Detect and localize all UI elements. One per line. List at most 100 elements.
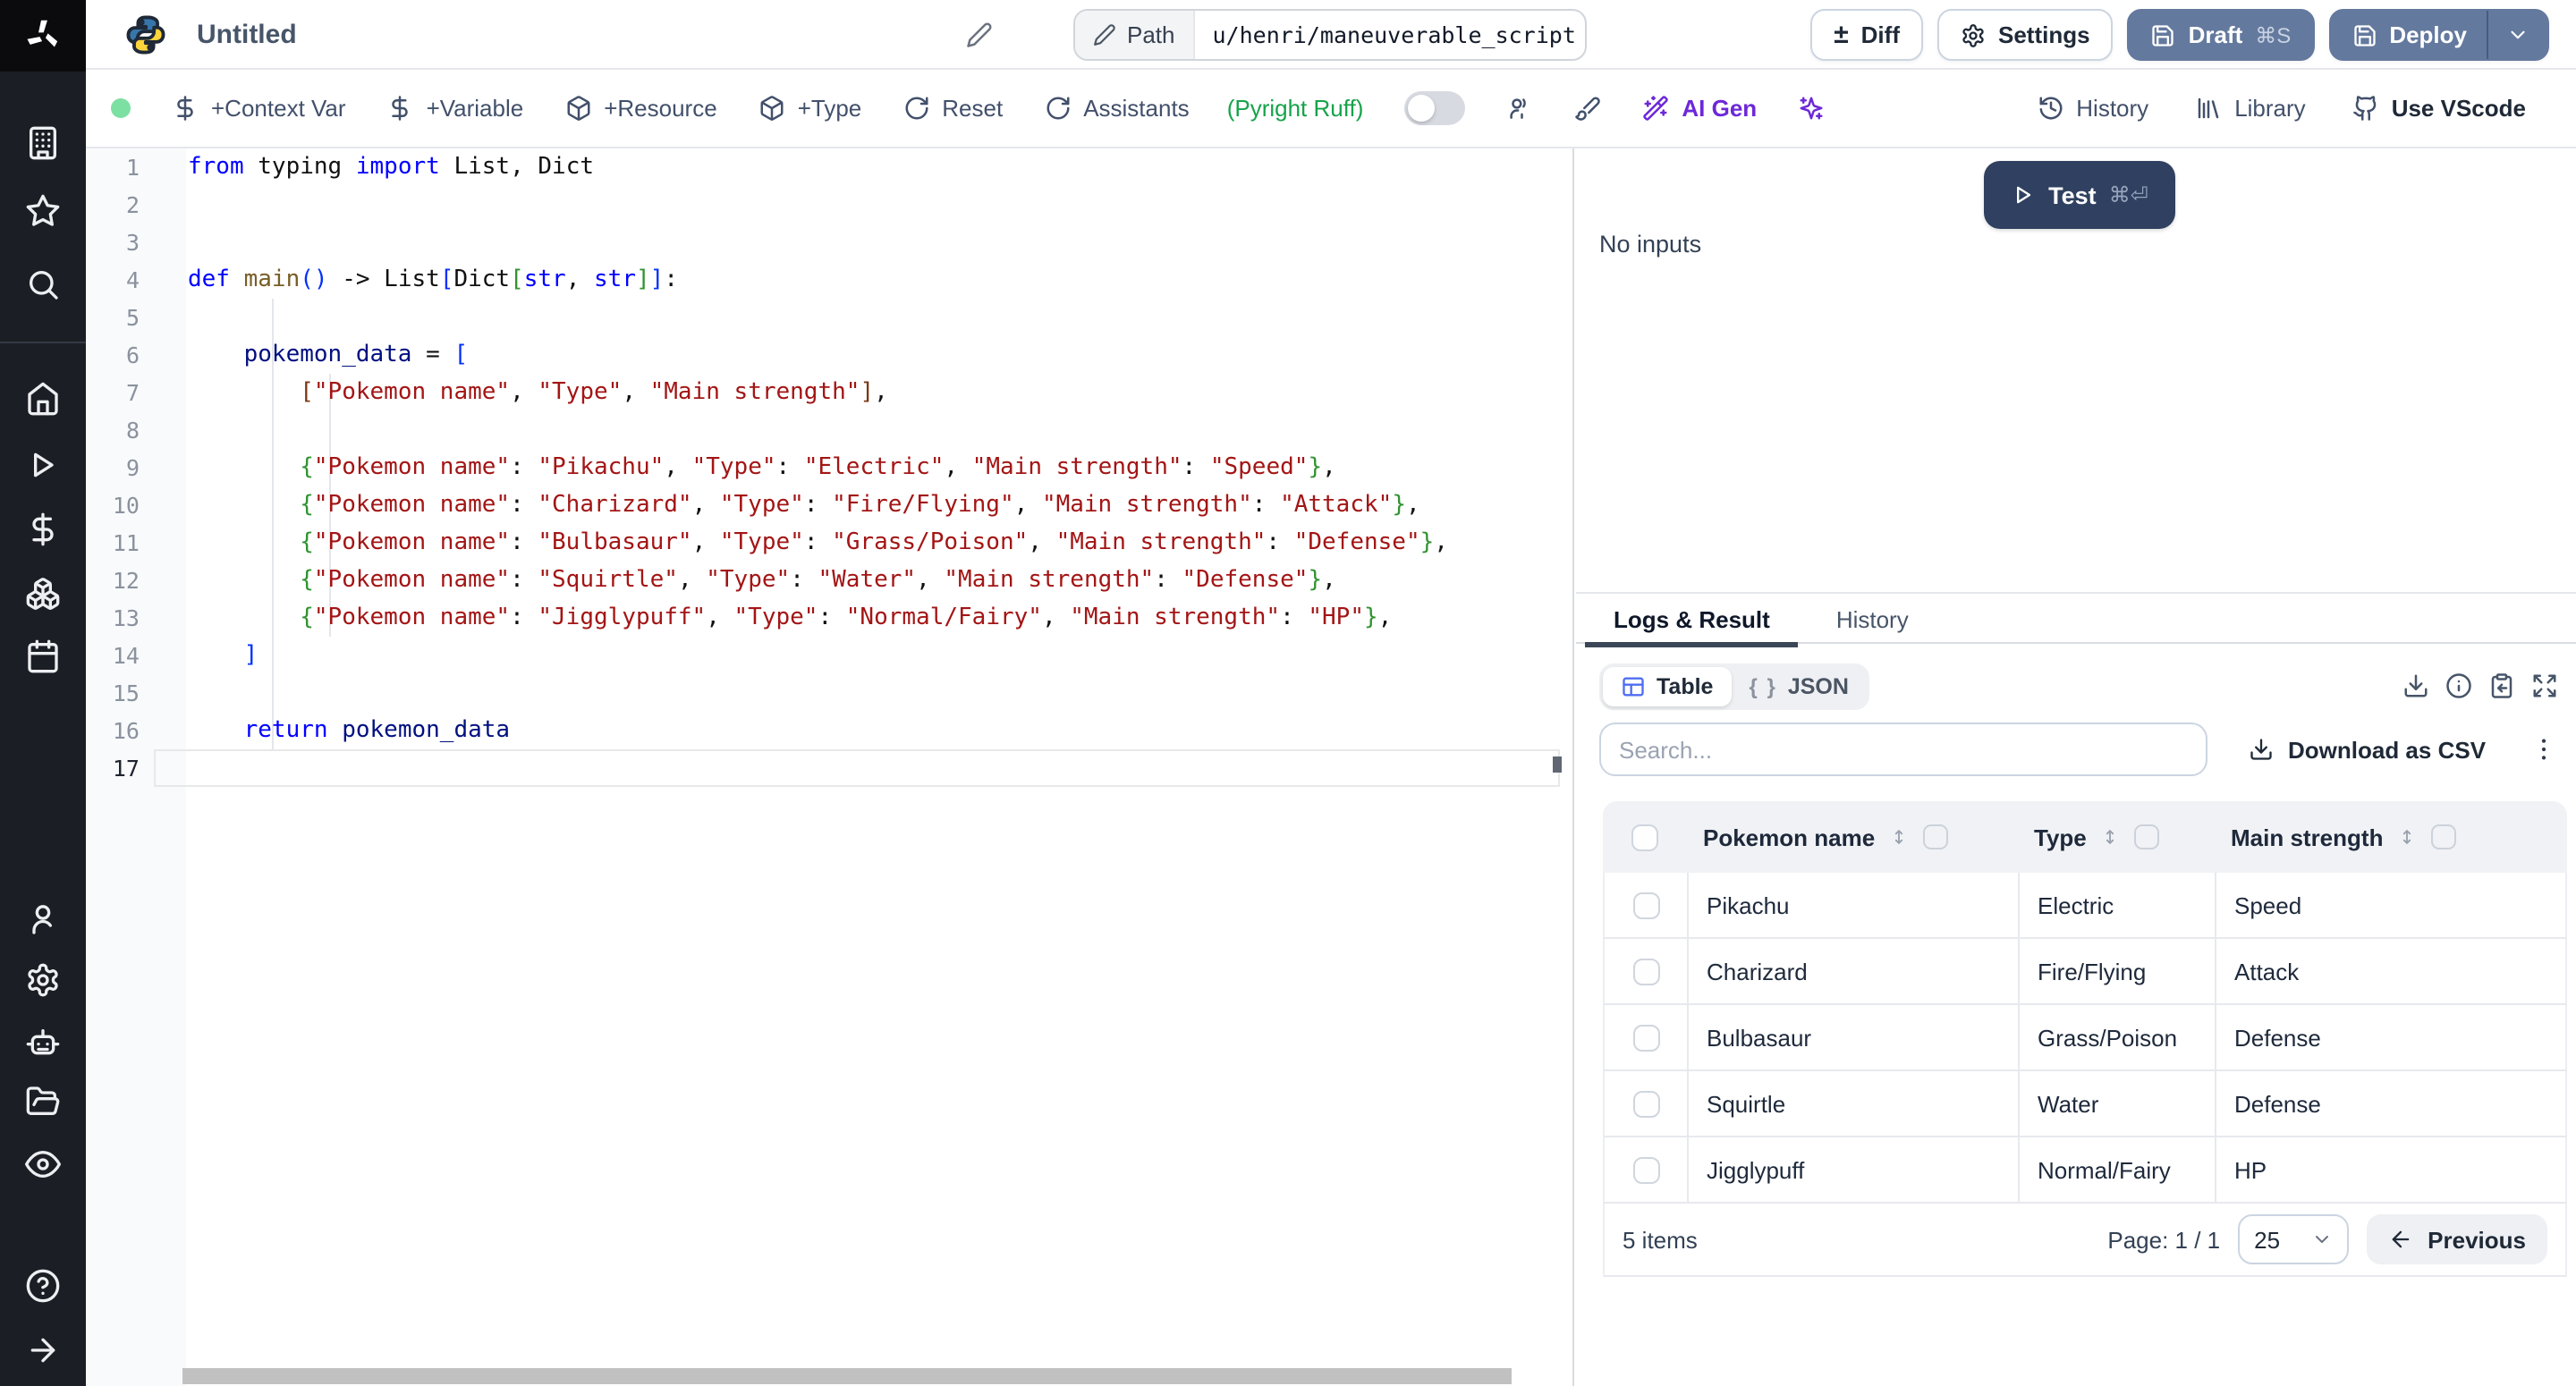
table-row[interactable]: JigglypuffNormal/FairyHP — [1603, 1137, 2567, 1204]
sidebar-home-icon[interactable] — [25, 381, 61, 417]
windmill-logo[interactable] — [0, 0, 86, 72]
code-line[interactable]: 1from typing import List, Dict — [86, 148, 1572, 186]
code-line[interactable]: 10 {"Pokemon name": "Charizard", "Type":… — [86, 486, 1572, 524]
code-line[interactable]: 3 — [86, 224, 1572, 261]
multiplayer-toggle[interactable] — [1404, 91, 1465, 125]
clipboard-copy-icon[interactable] — [2488, 672, 2515, 699]
download-icon[interactable] — [2402, 672, 2429, 699]
code-editor[interactable]: 1from typing import List, Dict234def mai… — [86, 148, 1574, 1386]
search-input[interactable] — [1599, 723, 2207, 776]
line-number: 7 — [86, 374, 140, 411]
sidebar-help-icon[interactable] — [25, 1268, 61, 1304]
code-line[interactable]: 15 — [86, 674, 1572, 712]
sidebar — [0, 0, 86, 1386]
table-cell: HP — [2215, 1137, 2565, 1202]
row-checkbox[interactable] — [1632, 892, 1659, 918]
use-vscode-button[interactable]: Use VScode — [2352, 95, 2526, 122]
table-cell: Speed — [2215, 873, 2565, 937]
sort-icon[interactable] — [1889, 824, 1909, 849]
horizontal-scrollbar[interactable] — [182, 1368, 1512, 1384]
tab-history[interactable]: History — [1808, 594, 1937, 646]
sidebar-workers-icon[interactable] — [25, 1025, 61, 1061]
view-toggle-table[interactable]: Table — [1603, 667, 1731, 706]
code-line[interactable]: 7 ["Pokemon name", "Type", "Main strengt… — [86, 374, 1572, 411]
add-context-var-button[interactable]: +Context Var — [172, 95, 346, 122]
view-toggle-json[interactable]: { }JSON — [1731, 667, 1866, 706]
previous-page-button[interactable]: Previous — [2367, 1214, 2547, 1264]
line-number: 6 — [86, 336, 140, 374]
code-line[interactable]: 4def main() -> List[Dict[str, str]]: — [86, 261, 1572, 299]
history-button[interactable]: History — [2037, 95, 2148, 122]
code-line[interactable]: 8 — [86, 411, 1572, 449]
draft-button[interactable]: Draft ⌘S — [2128, 9, 2315, 61]
topbar-actions: ± Diff Settings Draft ⌘S Deploy — [1810, 9, 2549, 61]
code-line[interactable]: 9 {"Pokemon name": "Pikachu", "Type": "E… — [86, 449, 1572, 486]
assistants-detail[interactable]: (Pyright Ruff) — [1227, 95, 1364, 122]
table-row[interactable]: BulbasaurGrass/PoisonDefense — [1603, 1005, 2567, 1071]
multiplayer-icon[interactable] — [1506, 95, 1533, 122]
expand-icon[interactable] — [2531, 672, 2558, 699]
sidebar-search-icon[interactable] — [25, 266, 61, 302]
path-field[interactable]: Path u/henri/maneuverable_script — [1073, 9, 1587, 61]
deploy-button[interactable]: Deploy — [2328, 9, 2549, 61]
code-line[interactable]: 5 — [86, 299, 1572, 336]
add-type-button[interactable]: +Type — [758, 95, 862, 122]
sidebar-folders-icon[interactable] — [25, 1084, 61, 1120]
code-line[interactable]: 16 return pokemon_data — [86, 712, 1572, 749]
table-row[interactable]: PikachuElectricSpeed — [1603, 873, 2567, 939]
script-title: Untitled — [197, 20, 297, 50]
code-line[interactable]: 13 {"Pokemon name": "Jigglypuff", "Type"… — [86, 599, 1572, 637]
download-csv-button[interactable]: Download as CSV — [2249, 736, 2486, 763]
column-select-checkbox[interactable] — [1923, 824, 1948, 849]
tab-logs-result[interactable]: Logs & Result — [1585, 594, 1799, 646]
sidebar-runs-icon[interactable] — [25, 447, 61, 483]
add-resource-button[interactable]: +Resource — [564, 95, 716, 122]
add-variable-button[interactable]: +Variable — [387, 95, 524, 122]
sidebar-variables-icon[interactable] — [25, 511, 61, 547]
sidebar-schedules-icon[interactable] — [25, 638, 61, 674]
sidebar-audit-logs-icon[interactable] — [25, 1146, 61, 1182]
sidebar-settings-icon[interactable] — [25, 962, 61, 998]
row-checkbox[interactable] — [1632, 1090, 1659, 1117]
sidebar-account-icon[interactable] — [25, 901, 61, 937]
row-checkbox[interactable] — [1632, 1156, 1659, 1183]
sidebar-favorites-icon[interactable] — [25, 193, 61, 229]
ai-gen-button[interactable]: AI Gen — [1642, 95, 1757, 122]
page-size-select[interactable]: 25 — [2238, 1214, 2349, 1264]
line-number: 10 — [86, 486, 140, 524]
code-line[interactable]: 14 ] — [86, 637, 1572, 674]
info-icon[interactable] — [2445, 672, 2472, 699]
column-select-checkbox[interactable] — [2135, 824, 2160, 849]
settings-button[interactable]: Settings — [1937, 9, 2114, 61]
assistants-button[interactable]: Assistants — [1044, 95, 1190, 122]
edit-title-pencil-icon[interactable] — [966, 21, 993, 48]
sort-icon[interactable] — [2397, 824, 2417, 849]
code-line[interactable]: 6 pokemon_data = [ — [86, 336, 1572, 374]
library-button[interactable]: Library — [2195, 95, 2306, 122]
table-cell: Defense — [2215, 1071, 2565, 1136]
reset-button[interactable]: Reset — [902, 95, 1003, 122]
format-brush-icon[interactable] — [1574, 95, 1601, 122]
sidebar-workspace-icon[interactable] — [25, 125, 61, 161]
kebab-menu-icon[interactable] — [2529, 733, 2558, 765]
column-header-pokemon-name: Pokemon name — [1685, 824, 2016, 850]
test-button[interactable]: Test ⌘⏎ — [1984, 161, 2175, 229]
row-checkbox[interactable] — [1632, 958, 1659, 985]
code-line[interactable]: 2 — [86, 186, 1572, 224]
sidebar-expand-sidebar-icon[interactable] — [25, 1332, 61, 1368]
code-line[interactable]: 11 {"Pokemon name": "Bulbasaur", "Type":… — [86, 524, 1572, 562]
diff-button[interactable]: ± Diff — [1810, 9, 1923, 61]
column-select-checkbox[interactable] — [2431, 824, 2456, 849]
deploy-dropdown-caret[interactable] — [2487, 11, 2547, 59]
table-row[interactable]: SquirtleWaterDefense — [1603, 1071, 2567, 1137]
table-cell: Squirtle — [1687, 1071, 2018, 1136]
sidebar-resources-icon[interactable] — [25, 576, 61, 612]
row-checkbox[interactable] — [1632, 1024, 1659, 1051]
code-line[interactable]: 17 — [86, 749, 1572, 787]
code-line[interactable]: 12 {"Pokemon name": "Squirtle", "Type": … — [86, 562, 1572, 599]
table-row[interactable]: CharizardFire/FlyingAttack — [1603, 939, 2567, 1005]
sparkles-icon[interactable] — [1798, 95, 1825, 122]
table-footer: 5 items Page: 1 / 1 25 Previous — [1603, 1204, 2567, 1277]
select-all-checkbox[interactable] — [1631, 824, 1657, 850]
sort-icon[interactable] — [2101, 824, 2121, 849]
